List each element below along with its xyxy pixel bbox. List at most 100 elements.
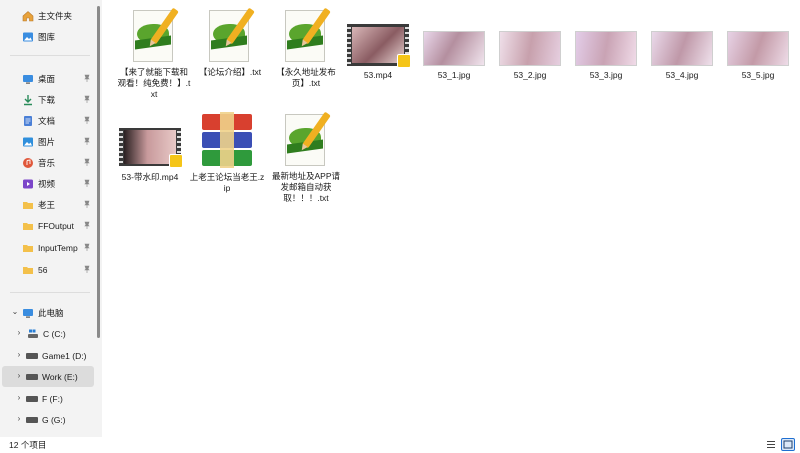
navigation-pane: 主文件夹 图库 桌面 下载 文档 图片 音乐 视频 老王 FFOutput In… [0,0,102,437]
file-name: 53_5.jpg [741,70,775,80]
sidebar-item-inputtemp[interactable]: InputTemp [2,237,94,258]
sidebar-item-downloads[interactable]: 下载 [2,89,94,110]
pin-icon[interactable] [84,243,90,251]
sidebar-item-videos[interactable]: 视频 [2,173,94,194]
video-file-icon [347,24,411,68]
pin-icon[interactable] [84,200,90,208]
pin-icon[interactable] [84,265,90,273]
sidebar-scrollbar[interactable] [97,6,100,338]
home-icon [22,10,34,22]
chevron-down-icon[interactable]: ⌄ [10,307,20,317]
sidebar-item-drive-e[interactable]: › Work (E:) [2,366,94,387]
sidebar-item-56[interactable]: 56 [2,259,94,280]
file-item[interactable]: 53_4.jpg [644,31,720,81]
file-item[interactable]: 【来了就能下载和观看！纯免费！】.txt [116,6,192,100]
text-file-icon [131,6,179,64]
sidebar-item-music[interactable]: 音乐 [2,152,94,173]
sidebar-item-drive-d[interactable]: › Game1 (D:) [2,345,94,366]
sidebar-item-label: 音乐 [38,157,56,168]
sidebar-item-desktop[interactable]: 桌面 [2,68,94,89]
sidebar-item-label: 下载 [38,94,56,105]
drive-icon [26,395,38,402]
sidebar-item-drive-f[interactable]: › F (F:) [2,388,94,409]
item-count: 12 个项目 [9,440,47,450]
sidebar-item-gallery[interactable]: 图库 [2,26,94,47]
image-thumbnail [651,31,713,66]
chevron-right-icon[interactable]: › [14,328,24,338]
sidebar-divider [10,292,90,293]
sidebar-item-ffoutput[interactable]: FFOutput [2,215,94,236]
text-file-icon [283,110,331,168]
large-icons-view-icon [783,440,793,449]
sidebar-item-drive-g[interactable]: › G (G:) [2,409,94,430]
pin-icon[interactable] [84,158,90,166]
chevron-right-icon[interactable]: › [14,350,24,360]
file-item[interactable]: 53.mp4 [340,24,416,81]
download-icon [22,94,34,106]
sidebar-item-label: 主文件夹 [38,10,73,21]
sidebar-item-label: 图片 [38,136,56,147]
document-icon [22,115,34,127]
file-name: 【来了就能下载和观看！纯免费！】.txt [117,67,191,99]
file-item[interactable]: 53_3.jpg [568,31,644,81]
file-item[interactable]: 53-带水印.mp4 [112,128,188,183]
pin-icon[interactable] [84,95,90,103]
text-file-icon [283,6,331,64]
sidebar-item-drive-c[interactable]: › C (C:) [2,323,94,344]
sidebar-item-this-pc[interactable]: ⌄ 此电脑 [2,302,94,323]
file-name: 53.mp4 [363,70,393,80]
image-thumbnail [575,31,637,66]
sidebar-item-label: 图库 [38,31,56,42]
drive-c-icon [27,328,39,340]
chevron-right-icon[interactable]: › [14,393,24,403]
file-item[interactable]: 上老王论坛当老王.zip [189,112,265,194]
file-item[interactable]: 【永久地址发布页】.txt [268,6,344,89]
file-name: 53_4.jpg [665,70,699,80]
file-item[interactable]: 最新地址及APP请发邮箱自动获取！！！.txt [268,110,344,204]
folder-icon [22,199,34,211]
file-item[interactable]: 53_1.jpg [416,31,492,81]
sidebar-item-laowang[interactable]: 老王 [2,194,94,215]
details-view-button[interactable] [764,438,778,451]
status-bar: 12 个项目 [0,437,800,453]
pin-icon[interactable] [84,221,90,229]
sidebar-item-label: 文档 [38,115,56,126]
sidebar-item-label: G (G:) [42,414,66,425]
file-name: 53_1.jpg [437,70,471,80]
file-item[interactable]: 53_5.jpg [720,31,796,81]
pin-icon[interactable] [84,74,90,82]
zip-archive-icon [198,112,256,168]
sidebar-item-label: InputTemp [38,242,78,253]
sidebar-item-label: Work (E:) [42,371,78,382]
play-badge-icon [169,154,183,168]
chevron-right-icon[interactable]: › [14,371,24,381]
chevron-right-icon[interactable]: › [14,414,24,424]
sidebar-item-documents[interactable]: 文档 [2,110,94,131]
pin-icon[interactable] [84,179,90,187]
desktop-icon [22,73,34,85]
drive-icon [26,416,38,423]
sidebar-item-label: 老王 [38,199,56,210]
image-thumbnail [423,31,485,66]
music-icon [22,157,34,169]
file-item[interactable]: 【论坛介绍】.txt [192,6,268,78]
drive-icon [26,373,38,380]
details-view-icon [767,441,775,448]
large-icons-view-button[interactable] [781,438,795,451]
pin-icon[interactable] [84,137,90,145]
folder-icon [22,264,34,276]
file-item[interactable]: 53_2.jpg [492,31,568,81]
pin-icon[interactable] [84,116,90,124]
sidebar-item-home[interactable]: 主文件夹 [2,5,94,26]
file-name: 53_2.jpg [513,70,547,80]
drive-icon [26,352,38,359]
file-name: 53-带水印.mp4 [121,172,179,182]
sidebar-divider [10,55,90,56]
file-name: 53_3.jpg [589,70,623,80]
videos-icon [22,178,34,190]
text-file-icon [207,6,255,64]
computer-icon [22,307,34,319]
sidebar-item-label: 56 [38,264,48,275]
sidebar-item-pictures[interactable]: 图片 [2,131,94,152]
folder-icon [22,242,34,254]
